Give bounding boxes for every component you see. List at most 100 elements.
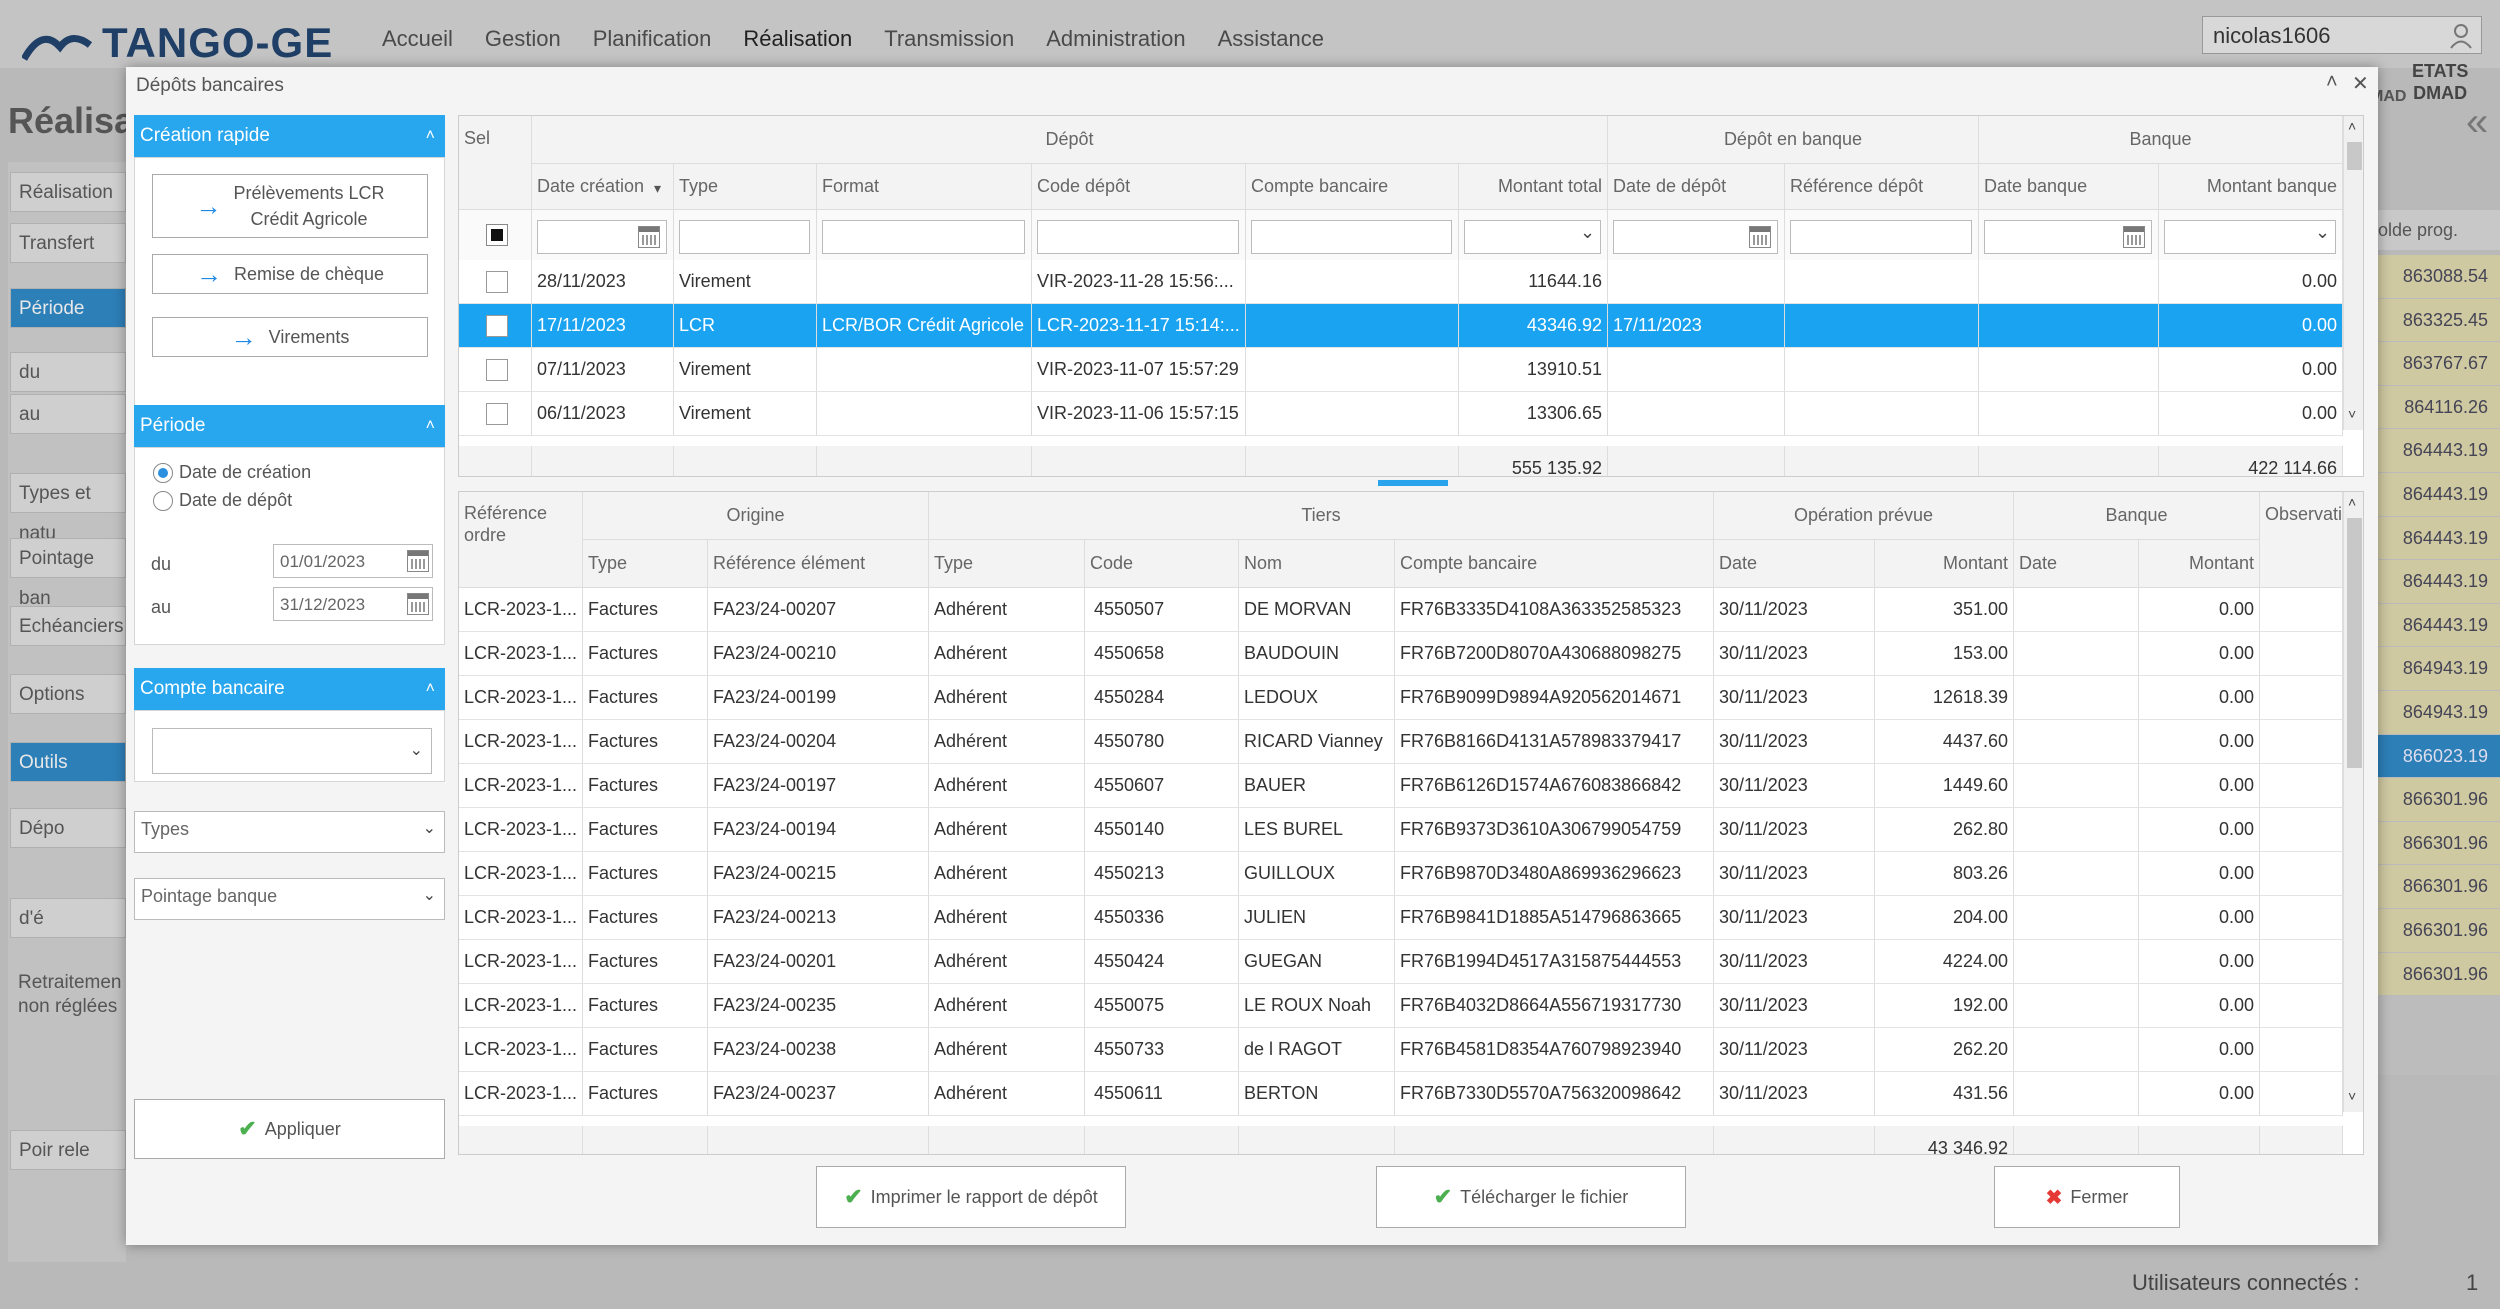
col-header-8[interactable]: Date — [2014, 540, 2139, 588]
row-checkbox[interactable] — [486, 403, 508, 425]
chevron-down-icon[interactable]: ⌄ — [423, 818, 436, 838]
chevron-down-icon[interactable]: ⌄ — [410, 740, 423, 760]
compte-select[interactable]: ⌄ — [152, 728, 432, 774]
bg-side-item-3[interactable]: du — [10, 352, 126, 392]
col-header-0[interactable]: Date création — [532, 164, 674, 210]
col-header-5[interactable]: Compte bancaire — [1395, 540, 1714, 588]
apply-button[interactable]: ✔ Appliquer — [134, 1099, 445, 1159]
filter-input-7[interactable] — [1790, 220, 1972, 254]
calendar-icon[interactable] — [407, 593, 429, 615]
chevron-down-icon[interactable]: ⌄ — [1580, 222, 1595, 243]
nav-item-3[interactable]: Réalisation — [743, 26, 852, 52]
col-header-4[interactable]: Nom — [1239, 540, 1395, 588]
deposits-scrollbar[interactable]: ˄ ˅ — [2343, 116, 2363, 430]
filter-input-3[interactable] — [1037, 220, 1239, 254]
col-header-7[interactable]: Montant — [1875, 540, 2014, 588]
calendar-icon[interactable] — [407, 550, 429, 572]
radio-date-depot[interactable]: Date de dépôt — [153, 490, 292, 511]
pointage-select[interactable]: Pointage banque ⌄ — [134, 878, 445, 920]
row-checkbox[interactable] — [486, 271, 508, 293]
col-header-6[interactable]: Date de dépôt — [1608, 164, 1785, 210]
col-header-3[interactable]: Code — [1085, 540, 1239, 588]
radio-date-creation[interactable]: Date de création — [153, 462, 311, 483]
print-report-button[interactable]: ✔ Imprimer le rapport de dépôt — [816, 1166, 1126, 1228]
bg-side-item-13[interactable]: Poir rele — [10, 1130, 126, 1170]
nav-item-1[interactable]: Gestion — [485, 26, 561, 52]
lcr-button[interactable]: → Prélèvements LCR Crédit Agricole — [152, 174, 428, 238]
calendar-icon[interactable] — [1749, 226, 1771, 248]
types-select[interactable]: Types ⌄ — [134, 811, 445, 853]
scroll-thumb[interactable] — [2347, 142, 2362, 170]
bg-side-item-11[interactable]: d'é — [10, 898, 126, 938]
scroll-up-icon[interactable]: ˄ — [2348, 494, 2356, 510]
nav-item-6[interactable]: Assistance — [1218, 26, 1324, 52]
col-header-7[interactable]: Référence dépôt — [1785, 164, 1979, 210]
bg-side-item-4[interactable]: au — [10, 394, 126, 434]
nav-item-5[interactable]: Administration — [1046, 26, 1185, 52]
collapse-chevron-icon[interactable]: « — [2466, 100, 2488, 145]
bg-side-item-1[interactable]: Transfert — [10, 223, 126, 263]
remise-cheque-button[interactable]: → Remise de chèque — [152, 254, 428, 294]
splitter-handle[interactable] — [1378, 480, 1448, 486]
bg-side-item-10[interactable]: Dépo — [10, 808, 126, 848]
col-header-8[interactable]: Date banque — [1979, 164, 2159, 210]
user-field[interactable]: nicolas1606 — [2202, 16, 2482, 54]
bg-side-item-0[interactable]: Réalisation — [10, 172, 126, 212]
minimize-icon[interactable]: ˄ — [2326, 71, 2338, 94]
col-header-2[interactable]: Format — [817, 164, 1032, 210]
filter-input-4[interactable] — [1251, 220, 1452, 254]
scroll-down-icon[interactable]: ˅ — [2348, 1088, 2356, 1104]
close-icon[interactable]: ✕ — [2352, 71, 2369, 96]
sort-down-icon[interactable]: ▾ — [654, 180, 661, 197]
quick-panel-header[interactable]: Création rapide ˄ — [134, 115, 445, 157]
nav-item-2[interactable]: Planification — [593, 26, 712, 52]
date-au-input[interactable]: 31/12/2023 — [273, 587, 433, 621]
bg-side-item-6[interactable]: Pointage ban — [10, 538, 126, 609]
close-button[interactable]: ✖ Fermer — [1994, 1166, 2180, 1228]
compte-panel-header[interactable]: Compte bancaire ˄ — [134, 668, 445, 710]
etats-dmad[interactable]: ETATS DMAD — [2412, 60, 2468, 104]
chevron-up-icon[interactable]: ˄ — [426, 115, 435, 157]
nav-item-4[interactable]: Transmission — [884, 26, 1014, 52]
user-icon[interactable] — [2449, 23, 2473, 49]
scroll-thumb[interactable] — [2347, 518, 2362, 768]
col-header-9[interactable]: Montant — [2139, 540, 2260, 588]
scroll-up-icon[interactable]: ˄ — [2348, 118, 2356, 134]
chevron-down-icon[interactable]: ⌄ — [423, 885, 436, 905]
nav-item-0[interactable]: Accueil — [382, 26, 453, 52]
bg-side-item-7[interactable]: Echéanciers — [10, 606, 126, 646]
details-scrollbar[interactable]: ˄ ˅ — [2343, 492, 2363, 1112]
chevron-down-icon[interactable]: ⌄ — [2315, 222, 2330, 243]
col-header-4[interactable]: Compte bancaire — [1246, 164, 1459, 210]
scroll-down-icon[interactable]: ˅ — [2348, 406, 2356, 422]
bg-side-item-12[interactable]: Retraitemen non réglées — [10, 965, 126, 1025]
chevron-up-icon[interactable]: ˄ — [426, 405, 435, 447]
col-header-9[interactable]: Montant banque — [2159, 164, 2343, 210]
row-checkbox[interactable] — [486, 315, 508, 337]
col-header-1[interactable]: Référence élément — [708, 540, 929, 588]
date-du-input[interactable]: 01/01/2023 — [273, 544, 433, 578]
chevron-up-icon[interactable]: ˄ — [426, 668, 435, 710]
col-header-0[interactable]: Type — [583, 540, 708, 588]
radio-unchecked-icon[interactable] — [153, 490, 173, 511]
col-header-3[interactable]: Code dépôt — [1032, 164, 1246, 210]
bg-side-item-8[interactable]: Options — [10, 674, 126, 714]
col-header-5[interactable]: Montant total — [1459, 164, 1608, 210]
col-header-6[interactable]: Date — [1714, 540, 1875, 588]
calendar-icon[interactable] — [2123, 226, 2145, 248]
radio-checked-icon[interactable] — [153, 462, 173, 483]
virements-button[interactable]: → Virements — [152, 317, 428, 357]
filter-input-9[interactable] — [2164, 220, 2336, 254]
calendar-icon[interactable] — [638, 226, 660, 248]
bg-side-item-5[interactable]: Types et natu — [10, 473, 126, 544]
download-file-button[interactable]: ✔ Télécharger le fichier — [1376, 1166, 1686, 1228]
bg-side-item-9[interactable]: Outils — [10, 742, 126, 782]
col-header-2[interactable]: Type — [929, 540, 1085, 588]
bg-side-item-2[interactable]: Période — [10, 288, 126, 328]
col-header-1[interactable]: Type — [674, 164, 817, 210]
filter-input-2[interactable] — [822, 220, 1025, 254]
filter-input-1[interactable] — [679, 220, 810, 254]
row-checkbox[interactable] — [486, 359, 508, 381]
cell-nom: LE ROUX Noah — [1239, 984, 1395, 1028]
periode-panel-header[interactable]: Période ˄ — [134, 405, 445, 447]
